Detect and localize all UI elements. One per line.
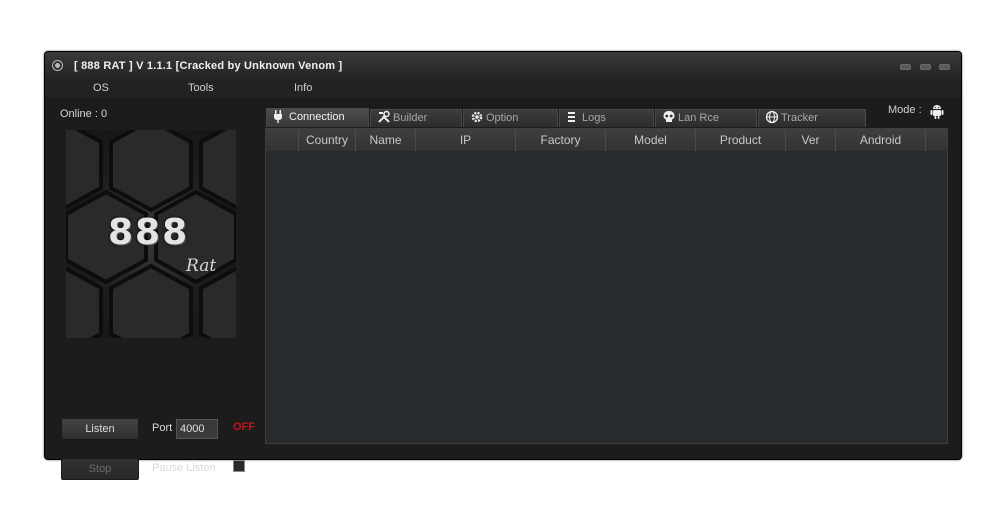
- menu-os[interactable]: OS: [93, 82, 109, 94]
- menu-bar: OS Tools Info: [45, 80, 961, 98]
- menu-tools[interactable]: Tools: [188, 82, 214, 94]
- mode-label: Mode :: [888, 104, 922, 116]
- logs-icon: [566, 110, 578, 130]
- column-header-factory[interactable]: Factory: [516, 129, 606, 151]
- pause-listen-label: Pause Listen: [152, 462, 216, 474]
- tab-lan-rce[interactable]: Lan Rce: [655, 109, 757, 127]
- pause-listen-checkbox[interactable]: [233, 460, 245, 472]
- app-icon[interactable]: [52, 60, 63, 71]
- tab-label: Option: [486, 112, 519, 124]
- maximize-button[interactable]: [920, 64, 931, 70]
- gear-icon: [470, 110, 484, 130]
- port-label: Port: [152, 422, 173, 434]
- column-header-ip[interactable]: IP: [416, 129, 516, 151]
- column-header-country[interactable]: Country: [299, 129, 356, 151]
- listen-button[interactable]: Listen: [61, 418, 139, 440]
- minimize-button[interactable]: [900, 64, 911, 70]
- left-panel: Online : 0 888 Rat Listen Port OFF: [45, 98, 262, 480]
- logo-title: 888: [108, 212, 190, 253]
- column-header-ver[interactable]: Ver: [786, 129, 836, 151]
- main-window: [ 888 RAT ] V 1.1.1 [Cracked by Unknown …: [44, 51, 962, 480]
- table-header: Country Name IP Factory Model Product Ve…: [266, 129, 947, 151]
- online-count: Online : 0: [60, 108, 108, 120]
- column-header-model[interactable]: Model: [606, 129, 696, 151]
- listen-state-badge: OFF: [233, 421, 255, 433]
- logo-image: 888 Rat: [66, 130, 236, 338]
- tab-label: Lan Rce: [678, 112, 719, 124]
- tab-label: Builder: [393, 112, 428, 124]
- logo-subtitle: Rat: [186, 256, 217, 276]
- android-icon[interactable]: [930, 104, 944, 125]
- tab-logs[interactable]: Logs: [559, 109, 654, 127]
- column-header-name[interactable]: Name: [356, 129, 416, 151]
- tab-label: Connection: [289, 111, 345, 123]
- tab-connection[interactable]: Connection: [266, 108, 369, 127]
- tab-builder[interactable]: Builder: [370, 109, 462, 127]
- tab-label: Logs: [582, 112, 606, 124]
- tools-icon: [377, 110, 391, 130]
- close-button[interactable]: [939, 64, 950, 70]
- menu-info[interactable]: Info: [294, 82, 312, 94]
- plug-icon: [273, 109, 283, 129]
- column-header-android[interactable]: Android: [836, 129, 926, 151]
- connections-table[interactable]: Country Name IP Factory Model Product Ve…: [265, 128, 948, 444]
- skull-icon: [662, 110, 676, 130]
- tab-label: Tracker: [781, 112, 818, 124]
- title-bar: [ 888 RAT ] V 1.1.1 [Cracked by Unknown …: [45, 52, 961, 80]
- tab-tracker[interactable]: Tracker: [758, 109, 866, 127]
- window-title: [ 888 RAT ] V 1.1.1 [Cracked by Unknown …: [74, 60, 343, 72]
- column-header-product[interactable]: Product: [696, 129, 786, 151]
- stop-button[interactable]: Stop: [61, 458, 139, 480]
- globe-icon: [765, 110, 779, 130]
- column-header-select[interactable]: [266, 129, 299, 151]
- tab-option[interactable]: Option: [463, 109, 558, 127]
- port-input[interactable]: [176, 419, 218, 439]
